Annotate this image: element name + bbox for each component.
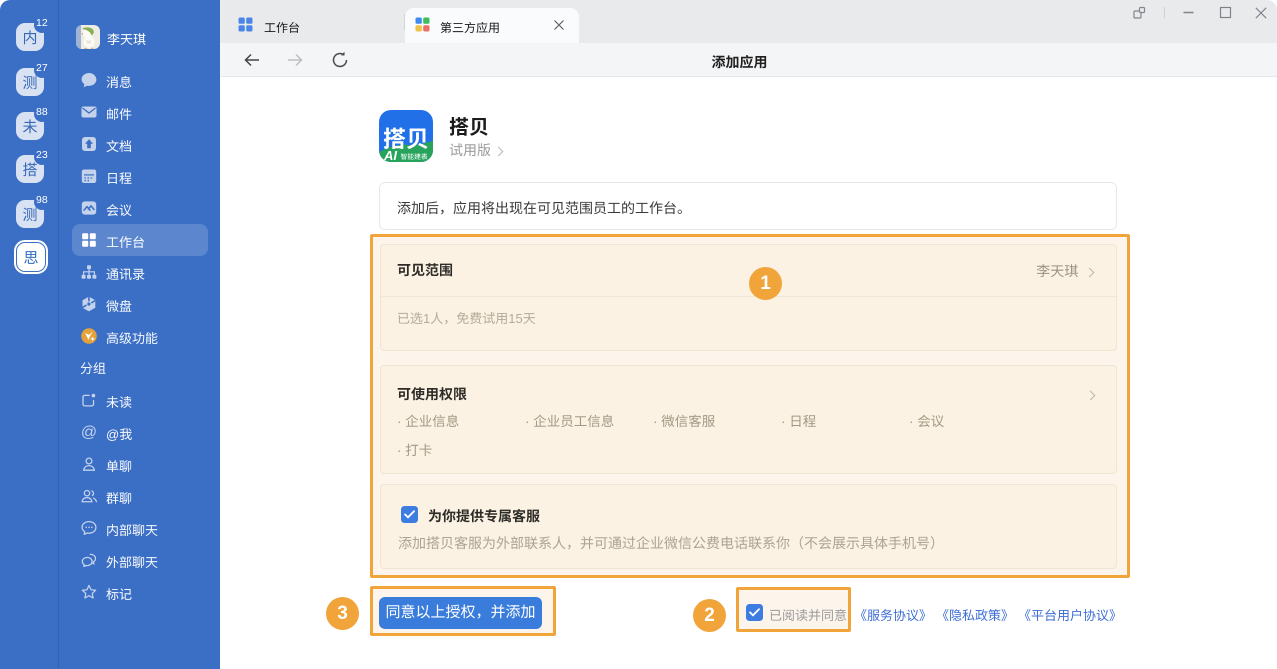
svg-text:AI: AI — [383, 148, 397, 162]
svg-text:@: @ — [81, 424, 97, 441]
svg-text:智能建表: 智能建表 — [401, 151, 428, 161]
